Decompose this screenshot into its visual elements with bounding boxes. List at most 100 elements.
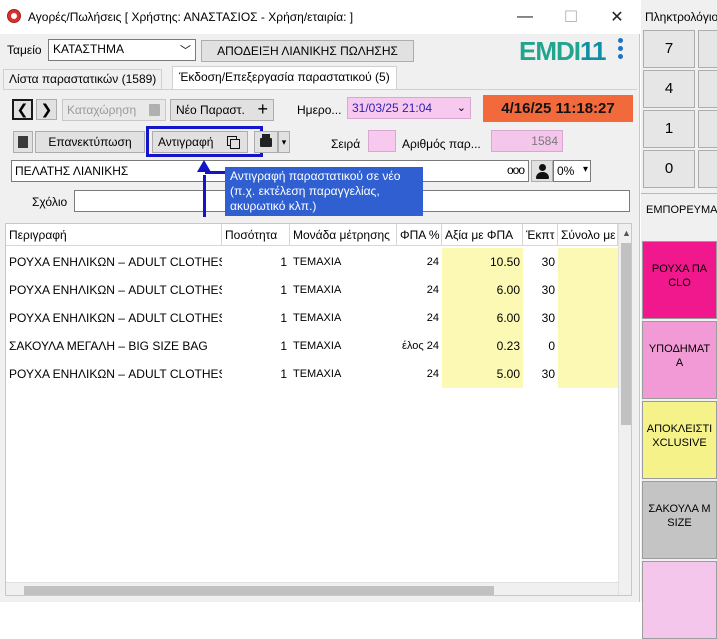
cell-quantity[interactable]: 1 [222, 332, 290, 360]
keypad-title: Πληκτρολόγιο [645, 10, 717, 24]
document-number-label: Αριθμός παρ... [402, 137, 481, 151]
chevron-down-icon: ﹀ [180, 45, 191, 57]
document-status-button[interactable] [13, 131, 33, 153]
cell-value-with-vat[interactable]: 6.00 [442, 304, 523, 332]
category-tile[interactable]: ΑΠΟΚΛΕΙΣΤΙ XCLUSIVE [642, 401, 717, 479]
cell-unit[interactable]: ΤΕΜΑΧΙΑ [290, 276, 397, 304]
column-header-vat[interactable]: ΦΠΑ % [397, 224, 442, 246]
column-header-quantity[interactable]: Ποσότητα [222, 224, 290, 246]
cell-discount[interactable]: 30 [523, 360, 558, 388]
customer-lookup-button[interactable] [531, 160, 553, 182]
cell-description[interactable]: ΡΟΥΧΑ ΕΝΗΛΙΚΩΝ – ADULT CLOTHES [6, 276, 222, 304]
vertical-scrollbar[interactable]: ▲ [618, 224, 631, 595]
register-value: ΚΑΤΑΣΤΗΜΑ [53, 42, 124, 56]
category-tile[interactable] [642, 561, 717, 639]
document-type-button[interactable]: ΑΠΟΔΕΙΞΗ ΛΙΑΝΙΚΗΣ ΠΩΛΗΣΗΣ [201, 40, 414, 62]
close-button[interactable]: ✕ [594, 0, 640, 34]
cell-vat[interactable]: 24 [397, 304, 442, 332]
print-button[interactable] [254, 131, 278, 153]
cell-total[interactable] [558, 304, 618, 332]
column-header-unit[interactable]: Μονάδα μέτρησης [290, 224, 397, 246]
new-document-label: Νέο Παραστ. [176, 103, 245, 117]
cell-discount[interactable]: 30 [523, 248, 558, 276]
cell-total[interactable] [558, 360, 618, 388]
horizontal-scrollbar[interactable] [6, 582, 618, 595]
cell-unit[interactable]: ΤΕΜΑΧΙΑ [290, 248, 397, 276]
key-decimal[interactable] [698, 150, 717, 188]
arrow-line [205, 171, 225, 174]
cell-quantity[interactable]: 1 [222, 360, 290, 388]
previous-button[interactable]: ❮ [12, 99, 33, 120]
column-header-total[interactable]: Σύνολο με [558, 224, 618, 246]
cell-value-with-vat[interactable]: 6.00 [442, 276, 523, 304]
cell-vat[interactable]: 24 [397, 276, 442, 304]
next-button[interactable]: ❯ [36, 99, 57, 120]
key-4[interactable]: 4 [643, 70, 695, 108]
cell-vat[interactable]: έλος 24 [397, 332, 442, 360]
reprint-button[interactable]: Επανεκτύπωση [35, 131, 145, 153]
cell-description[interactable]: ΣΑΚΟΥΛΑ ΜΕΓΑΛΗ – BIG SIZE BAG [6, 332, 222, 360]
register-select[interactable]: ΚΑΤΑΣΤΗΜΑ ﹀ [48, 39, 196, 61]
cell-unit[interactable]: ΤΕΜΑΧΙΑ [290, 304, 397, 332]
cell-quantity[interactable]: 1 [222, 248, 290, 276]
plus-icon: + [257, 99, 268, 119]
print-options-dropdown[interactable]: ▾ [278, 131, 290, 153]
more-options-icon[interactable] [617, 38, 625, 62]
more-icon[interactable]: ooo [507, 163, 525, 177]
cell-vat[interactable]: 24 [397, 360, 442, 388]
minimize-button[interactable]: — [502, 0, 548, 34]
column-header-description[interactable]: Περιγραφή [6, 224, 222, 246]
category-tile[interactable]: ΣΑΚΟΥΛΑ Μ SIZE [642, 481, 717, 559]
cell-discount[interactable]: 0 [523, 332, 558, 360]
highlight-box [146, 126, 263, 157]
cell-value-with-vat[interactable]: 10.50 [442, 248, 523, 276]
cell-description[interactable]: ΡΟΥΧΑ ΕΝΗΛΙΚΩΝ – ADULT CLOTHES [6, 304, 222, 332]
series-label: Σειρά [331, 137, 361, 151]
key-5[interactable] [698, 70, 717, 108]
scrollbar-thumb[interactable] [24, 586, 494, 595]
tab-document-edit[interactable]: Έκδοση/Επεξεργασία παραστατικού (5) [172, 66, 397, 90]
discount-select[interactable]: 0% ▾ [553, 160, 591, 182]
cell-discount[interactable]: 30 [523, 276, 558, 304]
maximize-button[interactable]: ☐ [548, 0, 594, 34]
discount-value: 0% [557, 164, 575, 178]
category-label: ΥΠΟΔΗΜΑΤ [648, 343, 711, 355]
category-sublabel: CLO [668, 277, 691, 289]
cell-description[interactable]: ΡΟΥΧΑ ΕΝΗΛΙΚΩΝ – ADULT CLOTHES [6, 360, 222, 388]
new-document-button[interactable]: Νέο Παραστ. + [170, 99, 274, 121]
cell-discount[interactable]: 30 [523, 304, 558, 332]
category-sublabel: XCLUSIVE [652, 437, 707, 449]
key-8[interactable] [698, 30, 717, 68]
document-number-field[interactable]: 1584 [491, 130, 563, 152]
scroll-up-icon[interactable]: ▲ [622, 228, 631, 238]
cell-unit[interactable]: ΤΕΜΑΧΙΑ [290, 360, 397, 388]
cell-unit[interactable]: ΤΕΜΑΧΙΑ [290, 332, 397, 360]
floppy-disk-icon [149, 104, 160, 116]
cell-total[interactable] [558, 276, 618, 304]
column-header-value-with-vat[interactable]: Αξία με ΦΠΑ [442, 224, 523, 246]
cell-description[interactable]: ΡΟΥΧΑ ΕΝΗΛΙΚΩΝ – ADULT CLOTHES [6, 248, 222, 276]
products-title: ΕΜΠΟΡΕΥΜΑΤ [646, 204, 717, 216]
cell-quantity[interactable]: 1 [222, 276, 290, 304]
category-tile[interactable]: ΡΟΥΧΑ ΠΑ CLO [642, 241, 717, 319]
tab-divider [3, 89, 637, 90]
cell-value-with-vat[interactable]: 0.23 [442, 332, 523, 360]
key-7[interactable]: 7 [643, 30, 695, 68]
key-1[interactable]: 1 [643, 110, 695, 148]
document-lines-grid[interactable]: Περιγραφή Ποσότητα Μονάδα μέτρησης ΦΠΑ %… [5, 223, 632, 596]
cell-value-with-vat[interactable]: 5.00 [442, 360, 523, 388]
category-tile[interactable]: ΥΠΟΔΗΜΑΤ Α [642, 321, 717, 399]
date-field[interactable]: 31/03/25 21:04 ⌄ [347, 97, 471, 119]
series-field[interactable] [368, 130, 396, 152]
cell-vat[interactable]: 24 [397, 248, 442, 276]
save-button[interactable]: Καταχώρηση [62, 99, 166, 121]
cell-total[interactable] [558, 248, 618, 276]
key-0[interactable]: 0 [643, 150, 695, 188]
scrollbar-thumb[interactable] [621, 243, 631, 425]
column-header-discount[interactable]: Έκπτ [523, 224, 558, 246]
save-button-label: Καταχώρηση [67, 103, 137, 117]
key-2[interactable] [698, 110, 717, 148]
cell-total[interactable] [558, 332, 618, 360]
tab-document-list[interactable]: Λίστα παραστατικών (1589) [3, 69, 163, 89]
cell-quantity[interactable]: 1 [222, 304, 290, 332]
